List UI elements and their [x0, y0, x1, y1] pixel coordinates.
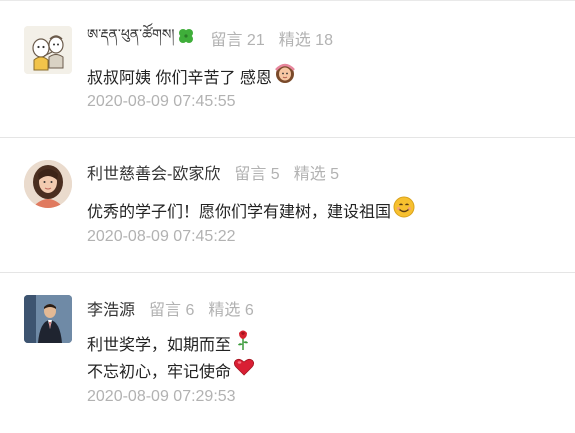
comment-line: 叔叔阿姨 你们辛苦了 感恩: [87, 62, 296, 89]
person-gesturing-ok-icon: [274, 62, 296, 89]
selected-count: 精选 6: [208, 302, 254, 319]
rose-icon: [235, 329, 251, 356]
selected-count: 精选 5: [293, 166, 340, 183]
message-count: 留言 6: [149, 302, 195, 319]
comment-text: 利世奖学，如期而至: [87, 336, 232, 354]
avatar[interactable]: [24, 26, 72, 74]
comment-text: 叔叔阿姨 你们辛苦了 感恩: [87, 69, 272, 87]
comment-header: 李浩源 留言 6 精选 6: [87, 296, 254, 320]
avatar[interactable]: [24, 160, 72, 208]
four-leaf-clover-icon: [176, 26, 196, 51]
photo-avatar-woman-icon: [24, 160, 72, 208]
comment-timestamp: 2020-08-09 07:45:55: [87, 93, 236, 110]
comment-line: 利世奖学，如期而至: [87, 329, 251, 356]
commenter-name[interactable]: ཨ་རྡན་ཕུན་ཚོགས།: [87, 18, 174, 58]
red-heart-icon: [233, 356, 255, 383]
comment-line: 优秀的学子们！愿你们学有建树，建设祖国: [87, 196, 415, 223]
message-count: 留言 21: [210, 32, 265, 49]
comment-item: 利世慈善会-欧家欣 留言 5 精选 5 优秀的学子们！愿你们学有建树，建设祖国 …: [0, 138, 575, 272]
selected-count: 精选 18: [278, 32, 333, 49]
smiling-face-icon: [393, 196, 415, 223]
comment-timestamp: 2020-08-09 07:45:22: [87, 228, 236, 245]
comment-header: 利世慈善会-欧家欣 留言 5 精选 5: [87, 160, 339, 184]
comment-text: 不忘初心，牢记使命: [87, 363, 232, 381]
comment-text: 优秀的学子们！愿你们学有建树，建设祖国: [87, 203, 392, 221]
cartoon-avatar-icon: [24, 26, 72, 74]
comment-timestamp: 2020-08-09 07:29:53: [87, 388, 236, 405]
commenter-name[interactable]: 李浩源: [87, 296, 135, 320]
comment-item: 李浩源 留言 6 精选 6 利世奖学，如期而至 不忘初心，牢记使命 2020-0…: [0, 273, 575, 433]
commenter-name[interactable]: 利世慈善会-欧家欣: [87, 160, 220, 184]
message-count: 留言 5: [234, 166, 280, 183]
comment-header: ཨ་རྡན་ཕུན་ཚོགས། 留言 21 精选 18: [87, 26, 333, 50]
comment-line: 不忘初心，牢记使命: [87, 356, 255, 383]
photo-avatar-man-icon: [24, 295, 72, 343]
comment-item: ཨ་རྡན་ཕུན་ཚོགས། 留言 21 精选 18 叔叔阿姨 你们辛苦了 感…: [0, 0, 575, 137]
avatar[interactable]: [24, 295, 72, 343]
